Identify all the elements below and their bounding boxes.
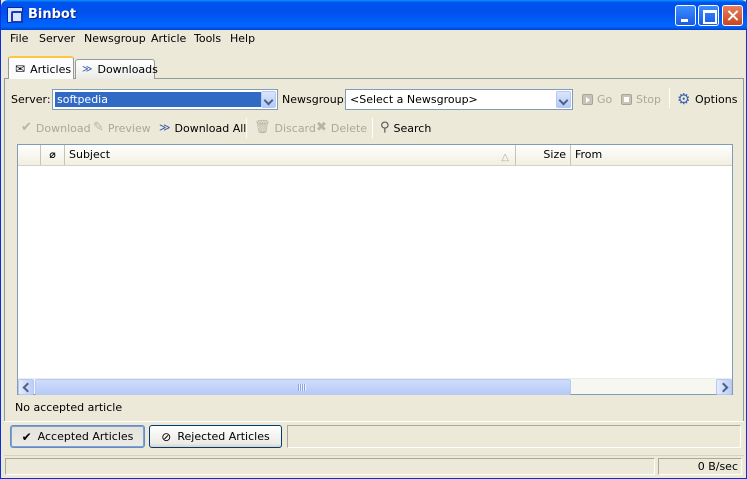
title-bar[interactable]: Binbot (1, 0, 747, 30)
bottom-panel-area (287, 425, 741, 448)
status-pane-main (5, 458, 655, 475)
go-label: Go (597, 92, 613, 106)
double-chevron-down-icon: ≫ (82, 63, 93, 75)
go-button[interactable]: Go (582, 90, 612, 108)
gear-icon: ⚙ (677, 90, 691, 108)
bottom-button-bar: ✔ Accepted Articles ⊘ Rejected Articles (4, 421, 744, 451)
stop-button[interactable]: Stop (621, 90, 661, 108)
col-size[interactable]: Size (516, 145, 571, 165)
search-button[interactable]: ⚲ Search (380, 119, 431, 137)
toolbar-separator (246, 118, 247, 138)
download-label: Download (35, 121, 91, 135)
download-all-button[interactable]: ≫ Download All (159, 119, 246, 137)
download-button[interactable]: ✔ Download (21, 119, 91, 137)
menu-newsgroup[interactable]: Newsgroup (84, 32, 146, 45)
preview-label: Preview (107, 121, 151, 135)
accepted-articles-button[interactable]: ✔ Accepted Articles (10, 425, 145, 448)
scroll-right-button[interactable] (716, 379, 732, 395)
scroll-left-button[interactable] (18, 379, 34, 395)
preview-button[interactable]: ✎ Preview (93, 119, 151, 137)
server-label: Server: (11, 93, 51, 106)
newsgroup-value: <Select a Newsgroup> (350, 93, 478, 106)
server-select[interactable]: softpedia (52, 89, 278, 110)
search-icon: ⚲ (380, 120, 390, 135)
menu-article[interactable]: Article (151, 32, 186, 45)
newsgroup-select[interactable]: <Select a Newsgroup> (345, 89, 573, 110)
article-status-message: No accepted article (15, 401, 123, 414)
tab-articles[interactable]: ✉ Articles (8, 56, 74, 80)
accepted-articles-label: Accepted Articles (37, 430, 134, 443)
checkmark-icon: ✔ (21, 429, 32, 444)
col-attachment[interactable]: ⌀ (41, 145, 65, 165)
window-title: Binbot (28, 7, 77, 22)
tab-downloads-label: Downloads (97, 63, 158, 76)
stop-icon (621, 93, 632, 105)
stop-label: Stop (636, 92, 662, 106)
app-icon (7, 7, 23, 23)
table-header: ⌀ Subject △ Size From (18, 145, 732, 166)
server-value: softpedia (55, 92, 261, 107)
menu-server[interactable]: Server (39, 32, 75, 45)
envelope-icon: ✉ (15, 62, 26, 76)
articles-table[interactable]: ⌀ Subject △ Size From (17, 144, 733, 395)
preview-icon: ✎ (93, 120, 104, 135)
double-chevron-down-icon: ≫ (159, 121, 171, 134)
tab-downloads[interactable]: ≫ Downloads (75, 59, 158, 79)
delete-x-icon: ✖ (316, 120, 327, 135)
menu-file[interactable]: File (10, 32, 28, 45)
options-label: Options (695, 92, 738, 106)
menu-help[interactable]: Help (230, 32, 255, 45)
no-entry-icon: ⊘ (161, 429, 172, 444)
menu-bar: File Server Newsgroup Article Tools Help (4, 30, 744, 49)
options-button[interactable]: ⚙ Options (677, 90, 737, 108)
articles-panel: Server: softpedia Newsgroup: <Select a N… (4, 79, 744, 451)
tab-articles-label: Articles (30, 62, 72, 76)
app-window: Binbot File Server Newsgroup Article Too… (0, 0, 747, 479)
delete-button[interactable]: ✖ Delete (316, 119, 367, 137)
maximize-button[interactable] (698, 5, 719, 26)
col-from[interactable]: From (571, 145, 732, 165)
scrollbar-thumb[interactable] (35, 379, 571, 395)
close-button[interactable] (722, 5, 743, 26)
horizontal-scrollbar[interactable] (18, 378, 732, 395)
minimize-button[interactable] (675, 5, 696, 26)
rejected-articles-label: Rejected Articles (177, 430, 270, 443)
tab-strip: ✉ Articles ≫ Downloads (4, 55, 744, 80)
chevron-down-icon[interactable] (556, 91, 571, 108)
sort-arrow-icon: △ (501, 152, 509, 163)
col-status[interactable] (18, 145, 41, 165)
toolbar-separator (669, 88, 670, 108)
newsgroup-label: Newsgroup: (282, 93, 348, 106)
col-subject-label: Subject (69, 148, 111, 161)
download-all-label: Download All (174, 121, 247, 135)
discard-label: Discard (274, 121, 316, 135)
trash-icon: 🗑 (254, 120, 271, 135)
menu-tools[interactable]: Tools (194, 32, 221, 45)
status-bar: 0 B/sec (4, 455, 744, 476)
search-label: Search (393, 121, 432, 135)
download-icon: ✔ (21, 120, 32, 135)
toolbar-separator (372, 118, 373, 138)
rejected-articles-button[interactable]: ⊘ Rejected Articles (149, 425, 282, 448)
play-icon (582, 93, 593, 105)
paperclip-icon: ⌀ (49, 148, 56, 161)
chevron-down-icon[interactable] (261, 91, 276, 108)
transfer-rate: 0 B/sec (697, 460, 738, 473)
col-subject[interactable]: Subject △ (65, 145, 516, 165)
discard-button[interactable]: 🗑 Discard (254, 119, 316, 137)
delete-label: Delete (330, 121, 368, 135)
